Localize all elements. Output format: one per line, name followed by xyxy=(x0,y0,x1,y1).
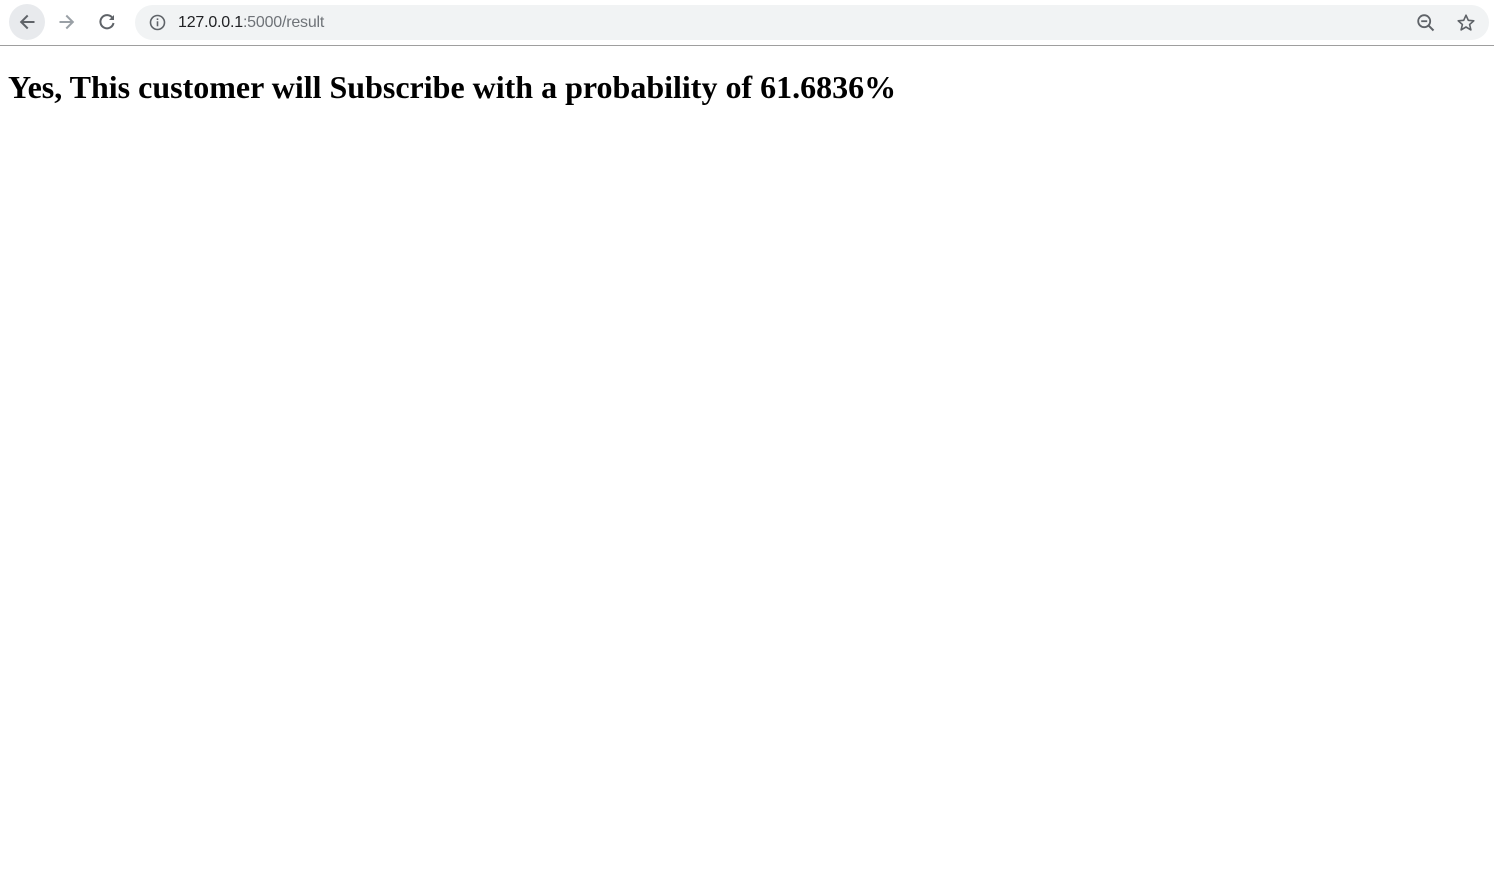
url-path: :5000/result xyxy=(242,14,325,31)
result-heading: Yes, This customer will Subscribe with a… xyxy=(8,69,897,105)
arrow-right-icon xyxy=(59,14,75,30)
page-content: Yes, This customer will Subscribe with a… xyxy=(0,47,1494,890)
address-bar[interactable]: 127.0.0.1:5000/result xyxy=(135,5,1489,40)
arrow-left-icon xyxy=(19,14,35,30)
zoom-icon[interactable] xyxy=(1414,11,1438,35)
back-button[interactable] xyxy=(9,4,45,40)
bookmark-star-icon[interactable] xyxy=(1454,11,1478,35)
reload-button[interactable] xyxy=(89,4,125,40)
url-host: 127.0.0.1 xyxy=(178,14,243,31)
forward-button[interactable] xyxy=(49,4,85,40)
browser-toolbar: 127.0.0.1:5000/result xyxy=(0,0,1494,46)
reload-icon xyxy=(99,14,115,30)
site-info-icon[interactable] xyxy=(149,14,166,31)
url-text[interactable]: 127.0.0.1:5000/result xyxy=(178,5,324,40)
